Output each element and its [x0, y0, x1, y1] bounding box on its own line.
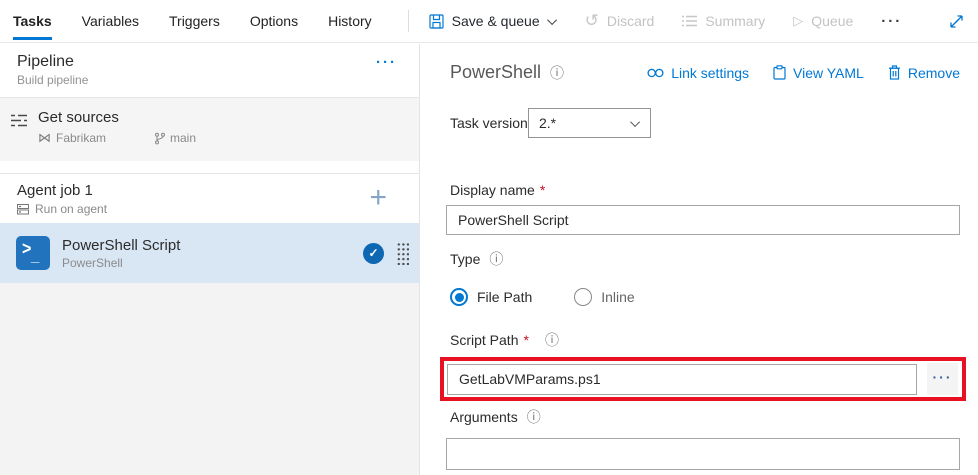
repo-name: Fabrikam	[56, 131, 106, 145]
link-icon	[647, 68, 664, 78]
info-icon[interactable]: ⓘ	[489, 249, 503, 269]
toolbar-divider	[408, 10, 409, 32]
type-label: Type ⓘ	[450, 249, 960, 269]
powershell-icon: >_	[16, 236, 50, 270]
sidebar-gap	[0, 161, 419, 173]
discard-button[interactable]: ↺ Discard	[585, 0, 655, 42]
remove-label: Remove	[908, 65, 960, 81]
tab-tasks-label: Tasks	[13, 13, 52, 29]
sources-icon	[10, 114, 28, 161]
remove-button[interactable]: Remove	[888, 65, 960, 81]
pipeline-title: Pipeline	[17, 53, 403, 71]
type-radio-group: File Path Inline	[450, 288, 960, 306]
task-item-powershell[interactable]: >_ PowerShell Script PowerShell ✓	[0, 223, 419, 283]
fullscreen-button[interactable]	[949, 0, 964, 42]
radio-inline-label: Inline	[601, 289, 634, 305]
pipeline-header: Pipeline Build pipeline ···	[0, 44, 419, 97]
chevron-down-icon	[547, 15, 557, 25]
top-toolbar: Tasks Variables Triggers Options History…	[0, 0, 978, 43]
agent-job-title: Agent job 1	[17, 182, 403, 199]
agent-job-item[interactable]: Agent job 1 Run on agent +	[0, 173, 419, 223]
info-icon[interactable]: ⓘ	[545, 330, 559, 350]
save-and-queue-label: Save & queue	[452, 13, 540, 29]
play-icon: ▷	[793, 13, 803, 29]
add-task-button[interactable]: +	[369, 184, 387, 212]
arguments-label-text: Arguments	[450, 409, 518, 425]
expand-icon	[949, 14, 964, 29]
pipeline-subtitle: Build pipeline	[17, 73, 403, 87]
task-version-row: Task version 2.*	[446, 108, 960, 138]
queue-button[interactable]: ▷ Queue	[793, 0, 853, 42]
task-version-value: 2.*	[539, 115, 556, 131]
tab-triggers[interactable]: Triggers	[169, 0, 220, 42]
undo-icon: ↺	[585, 14, 599, 28]
radio-file-path-label: File Path	[477, 289, 532, 305]
branch-name: main	[170, 131, 196, 145]
get-sources-item[interactable]: Get sources ⋈ Fabrikam	[0, 97, 419, 161]
toolbar-more-button[interactable]: ···	[881, 0, 902, 42]
script-path-label-text: Script Path	[450, 332, 518, 348]
required-asterisk: *	[540, 182, 545, 198]
view-yaml-label: View YAML	[793, 65, 864, 81]
task-settings-panel: PowerShell ⓘ Link settings	[421, 44, 978, 475]
link-settings-button[interactable]: Link settings	[647, 65, 749, 81]
display-name-label: Display name *	[450, 182, 960, 198]
type-label-text: Type	[450, 251, 480, 267]
script-path-label: Script Path * ⓘ	[450, 330, 960, 350]
agent-job-subtitle: Run on agent	[35, 202, 107, 216]
queue-label: Queue	[811, 13, 853, 29]
tab-variables[interactable]: Variables	[82, 0, 139, 42]
tab-options[interactable]: Options	[250, 0, 298, 42]
branch-info: main	[154, 131, 196, 145]
chevron-down-icon	[630, 117, 640, 127]
pipeline-more-button[interactable]: ···	[376, 54, 397, 71]
required-asterisk: *	[523, 332, 528, 348]
task-subtitle: PowerShell	[62, 256, 180, 270]
browse-button[interactable]: ···	[927, 363, 958, 395]
script-path-input[interactable]	[447, 364, 917, 395]
get-sources-title: Get sources	[38, 109, 196, 126]
sidebar-filler	[0, 283, 419, 475]
link-settings-label: Link settings	[671, 65, 749, 81]
annotation-highlight-box: ···	[440, 357, 966, 401]
clipboard-icon	[773, 65, 786, 80]
git-branch-icon	[154, 132, 165, 145]
display-name-input[interactable]	[446, 205, 960, 235]
save-and-queue-button[interactable]: Save & queue	[429, 0, 557, 42]
azure-repos-icon: ⋈	[38, 130, 51, 146]
agent-rack-icon	[17, 204, 29, 215]
tab-history[interactable]: History	[328, 0, 372, 42]
task-title: PowerShell Script	[62, 237, 180, 254]
tab-variables-label: Variables	[82, 13, 139, 29]
tab-tasks[interactable]: Tasks	[13, 0, 52, 42]
tab-options-label: Options	[250, 13, 298, 29]
task-version-select[interactable]: 2.*	[528, 108, 651, 138]
pipeline-sidebar: Pipeline Build pipeline ··· Get sources …	[0, 44, 420, 475]
radio-inline[interactable]: Inline	[574, 288, 634, 306]
tab-triggers-label: Triggers	[169, 13, 220, 29]
ellipsis-icon: ···	[881, 13, 902, 30]
tab-history-label: History	[328, 13, 372, 29]
arguments-label: Arguments ⓘ	[450, 407, 960, 427]
summary-list-icon	[682, 15, 697, 27]
view-yaml-button[interactable]: View YAML	[773, 65, 864, 81]
panel-header: PowerShell ⓘ Link settings	[446, 62, 960, 83]
arguments-input[interactable]	[446, 438, 960, 470]
task-enabled-check-icon[interactable]: ✓	[363, 243, 384, 264]
info-icon[interactable]: ⓘ	[550, 63, 564, 83]
trash-icon	[888, 65, 901, 80]
save-icon	[429, 14, 444, 29]
info-icon[interactable]: ⓘ	[527, 407, 541, 427]
radio-unselected-icon	[574, 288, 592, 306]
radio-file-path[interactable]: File Path	[450, 288, 532, 306]
summary-label: Summary	[705, 13, 765, 29]
discard-label: Discard	[607, 13, 654, 29]
repo-info: ⋈ Fabrikam	[38, 130, 106, 146]
task-version-label: Task version	[450, 115, 528, 131]
summary-button[interactable]: Summary	[682, 0, 765, 42]
radio-selected-icon	[450, 288, 468, 306]
display-name-label-text: Display name	[450, 182, 535, 198]
panel-title: PowerShell	[450, 62, 541, 83]
drag-handle[interactable]	[396, 241, 409, 265]
